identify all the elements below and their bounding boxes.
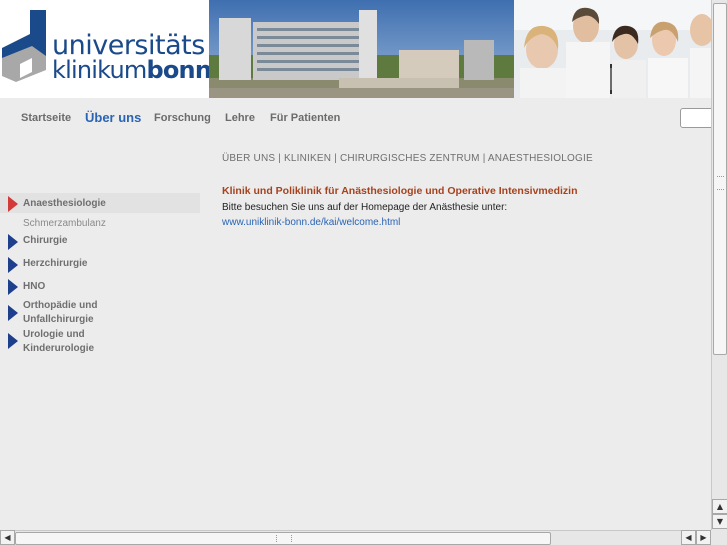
nav-item-startseite[interactable]: Startseite — [21, 112, 71, 124]
red-arrow-icon — [8, 196, 18, 212]
sidebar-item-label: Herzchirurgie — [23, 258, 88, 269]
homepage-link[interactable]: www.uniklinik-bonn.de/kai/welcome.html — [222, 217, 400, 228]
arrow-up-icon: ▲ — [716, 502, 724, 511]
sidebar-item-label-line2: Unfallchirurgie — [23, 314, 94, 325]
scroll-left-button[interactable]: ◀ — [0, 530, 15, 545]
sidebar-item-herzchirurgie[interactable]: Herzchirurgie — [0, 256, 200, 274]
blue-arrow-icon — [8, 257, 18, 273]
main-navigation: Startseite Über uns Forschung Lehre Für … — [0, 98, 711, 140]
blue-arrow-icon — [8, 305, 18, 321]
sidebar-item-label: Urologie und — [23, 329, 85, 340]
scrollbar-corner — [711, 530, 727, 545]
sidebar-item-anaesthesiologie[interactable]: Anaesthesiologie — [0, 195, 200, 213]
university-logo[interactable]: universitäts klinikumbonn — [0, 0, 212, 98]
scroll-up-button[interactable]: ▲ — [712, 499, 727, 514]
campus-photo — [209, 0, 514, 98]
grip-icon — [276, 535, 292, 542]
vertical-scrollbar-thumb[interactable] — [713, 3, 727, 355]
grip-icon — [717, 176, 724, 190]
sidebar-item-urologie[interactable]: Urologie und Kinderurologie — [0, 327, 200, 359]
horizontal-scrollbar-thumb[interactable] — [15, 532, 551, 545]
doctors-photo — [514, 0, 711, 98]
sidebar-item-schmerzambulanz[interactable]: Schmerzambulanz — [0, 215, 200, 231]
arrow-down-icon: ▼ — [716, 517, 724, 526]
nav-item-fuer-patienten[interactable]: Für Patienten — [270, 112, 340, 124]
sidebar-item-label: Orthopädie und — [23, 300, 98, 311]
page-viewport: universitäts klinikumbonn Startseite Übe… — [0, 0, 711, 530]
nav-item-ueber-uns[interactable]: Über uns — [85, 110, 141, 125]
sidebar-item-orthopaedie[interactable]: Orthopädie und Unfallchirurgie — [0, 298, 200, 330]
nav-item-lehre[interactable]: Lehre — [225, 112, 255, 124]
sidebar-item-label: Anaesthesiologie — [23, 198, 106, 209]
sidebar-item-label: Schmerzambulanz — [23, 218, 106, 229]
blue-arrow-icon — [8, 279, 18, 295]
breadcrumb: ÜBER UNS | KLINIKEN | CHIRURGISCHES ZENT… — [222, 153, 593, 164]
scroll-right-button[interactable]: ▶ — [696, 530, 711, 545]
sidebar-item-label: HNO — [23, 281, 46, 292]
content-heading: Klinik und Poliklinik für Anästhesiologi… — [222, 185, 578, 197]
content-text: Bitte besuchen Sie uns auf der Homepage … — [222, 202, 508, 213]
logo-mark-icon — [2, 10, 46, 82]
blue-arrow-icon — [8, 333, 18, 349]
logo-text-klinikum: klinikum — [52, 56, 147, 84]
nav-item-forschung[interactable]: Forschung — [154, 112, 211, 124]
sidebar-item-chirurgie[interactable]: Chirurgie — [0, 233, 200, 251]
arrow-left-icon: ◀ — [685, 533, 692, 542]
horizontal-scrollbar[interactable]: ◀ ◀ ▶ — [0, 530, 711, 545]
blue-arrow-icon — [8, 234, 18, 250]
logo-text-line2: klinikumbonn — [52, 56, 212, 84]
arrow-left-icon: ◀ — [4, 533, 11, 542]
site-header: universitäts klinikumbonn — [0, 0, 711, 98]
vertical-scrollbar[interactable]: ▲ ▼ — [711, 0, 727, 530]
sidebar-item-label-line2: Kinderurologie — [23, 343, 95, 354]
logo-text-bonn: bonn — [146, 56, 212, 84]
arrow-right-icon: ▶ — [700, 533, 707, 542]
sidebar-item-label: Chirurgie — [23, 235, 68, 246]
sidebar-item-hno[interactable]: HNO — [0, 279, 200, 297]
scroll-right-button-a[interactable]: ◀ — [681, 530, 696, 545]
scroll-down-button[interactable]: ▼ — [712, 514, 727, 529]
